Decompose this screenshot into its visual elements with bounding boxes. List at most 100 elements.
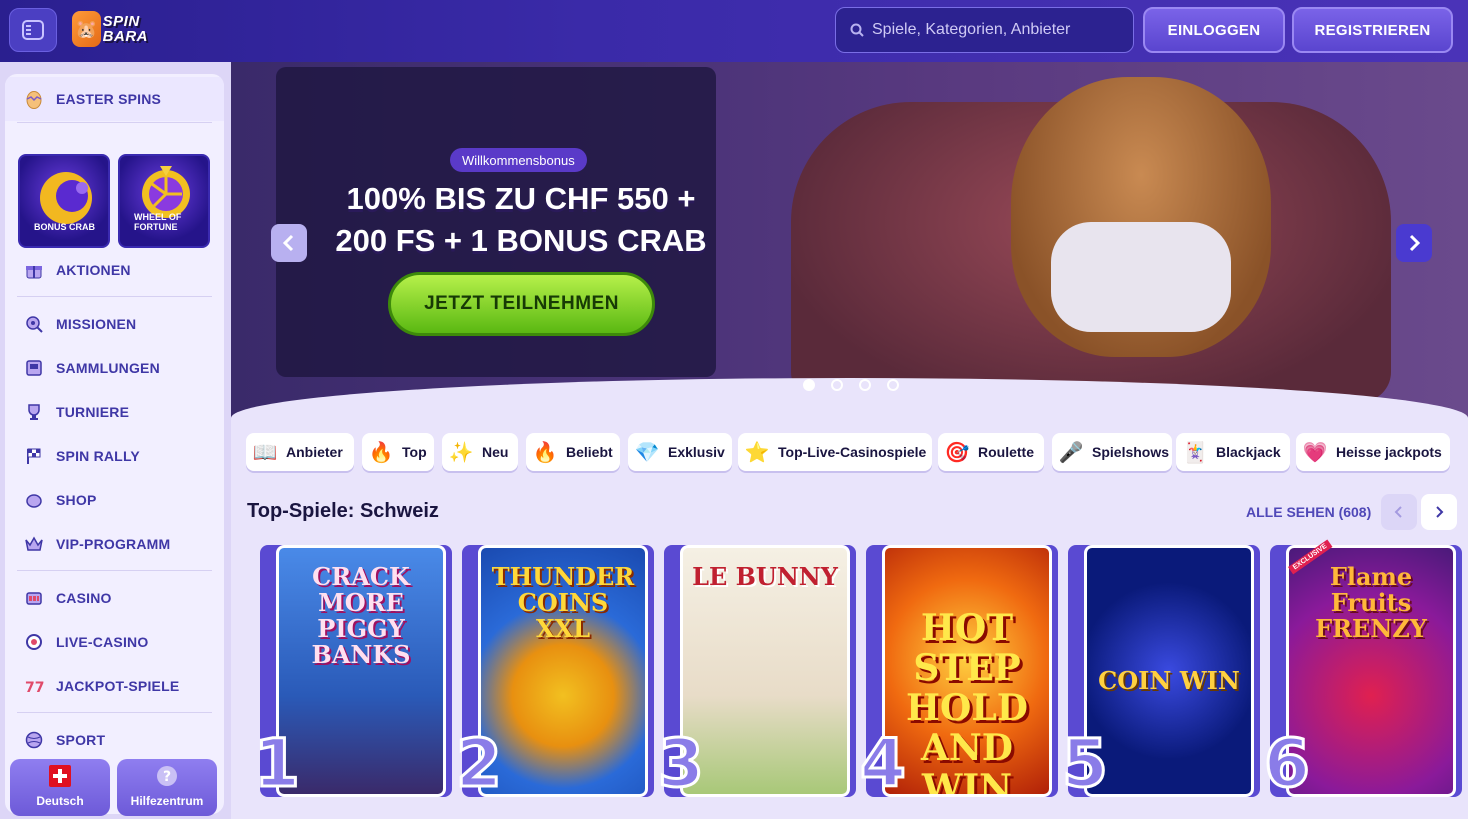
chip-icon <box>23 631 45 653</box>
hero-banner[interactable]: Willkommensbonus 100% BIS ZU CHF 550 + 2… <box>231 62 1468 418</box>
sidebar-item-aktionen[interactable]: AKTIONEN <box>5 250 224 290</box>
star-icon: ⭐ <box>744 441 770 464</box>
sidebar-item-label: SAMMLUNGEN <box>56 360 160 376</box>
sidebar-item-easter-spins[interactable]: EASTER SPINS <box>5 77 224 121</box>
logo-text: SPIN BARA <box>102 13 148 45</box>
category-chip-anbieter[interactable]: 📖 Anbieter <box>246 433 354 471</box>
login-button[interactable]: EINLOGGEN <box>1143 7 1285 53</box>
sidebar-item-sport[interactable]: SPORT <box>5 720 224 760</box>
divider <box>17 296 212 297</box>
carousel-dot[interactable] <box>803 379 815 391</box>
help-center-button[interactable]: ? Hilfezentrum <box>117 759 217 816</box>
sidebar-item-label: CASINO <box>56 590 112 606</box>
game-thumbnail: COIN WIN <box>1084 545 1254 797</box>
search-input[interactable] <box>872 21 1112 39</box>
category-chip-neu[interactable]: ✨ Neu <box>442 433 518 471</box>
carousel-dot[interactable] <box>859 379 871 391</box>
game-title: LE BUNNY <box>692 562 838 591</box>
games-next-button[interactable] <box>1421 494 1457 530</box>
sidebar-item-label: EASTER SPINS <box>56 91 162 107</box>
sidebar-menu: EASTER SPINS BONUS CRAB WHEEL OF FORTUNE… <box>5 74 224 814</box>
game-title: CRACK MORE PIGGY BANKS <box>311 562 411 669</box>
sidebar-item-sammlungen[interactable]: SAMMLUNGEN <box>5 348 224 388</box>
game-tile[interactable]: LE BUNNY 3 <box>657 545 856 798</box>
hero-next-button[interactable] <box>1396 224 1432 262</box>
section-title: Top-Spiele: Schweiz <box>247 500 439 522</box>
carousel-dot[interactable] <box>887 379 899 391</box>
sidebar-item-casino[interactable]: CASINO <box>5 578 224 618</box>
game-title: Flame Fruits FRENZY <box>1315 562 1427 643</box>
easter-egg-icon <box>23 88 45 110</box>
help-label: Hilfezentrum <box>130 794 204 808</box>
sidebar-item-turniere[interactable]: TURNIERE <box>5 392 224 432</box>
game-thumbnail: CRACK MORE PIGGY BANKS <box>276 545 446 797</box>
see-all-link[interactable]: ALLE SEHEN (608) <box>1246 504 1371 520</box>
search-box[interactable] <box>835 7 1134 53</box>
category-chip-spielshows[interactable]: 🎤 Spielshows <box>1052 433 1172 471</box>
sidebar-item-vip-programm[interactable]: VIP-PROGRAMM <box>5 524 224 564</box>
divider <box>17 712 212 713</box>
logo[interactable]: 🐹 SPIN BARA <box>72 10 176 48</box>
search-icon <box>850 23 864 37</box>
game-title: COIN WIN <box>1098 666 1240 695</box>
category-label: Spielshows <box>1092 444 1170 460</box>
game-thumbnail: HOT STEP HOLD AND WIN <box>882 545 1052 797</box>
new-icon: ✨ <box>448 441 474 464</box>
game-title: THUNDER COINS XXL <box>491 562 635 643</box>
category-label: Roulette <box>978 444 1034 460</box>
jackpot-icon: 777 <box>23 675 45 697</box>
target-icon <box>23 313 45 335</box>
gift-icon <box>23 259 45 281</box>
game-rank: 5 <box>1061 725 1110 802</box>
game-tile[interactable]: COIN WIN 5 <box>1061 545 1260 798</box>
game-thumbnail: Flame Fruits FRENZY <box>1286 545 1456 797</box>
category-chip-roulette[interactable]: 🎯 Roulette <box>938 433 1044 471</box>
sidebar-item-label: SPIN RALLY <box>56 448 140 464</box>
race-flag-icon <box>23 445 45 467</box>
game-tile[interactable]: THUNDER COINS XXL 2 <box>455 545 654 798</box>
hero-prev-button[interactable] <box>271 224 307 262</box>
category-chip-exklusiv[interactable]: 💎 Exklusiv <box>628 433 732 471</box>
carousel-dot[interactable] <box>831 379 843 391</box>
game-tile[interactable]: HOT STEP HOLD AND WIN 4 <box>859 545 1058 798</box>
register-button[interactable]: REGISTRIEREN <box>1292 7 1453 53</box>
bonus-crab-label: BONUS CRAB <box>34 222 96 232</box>
chevron-right-icon <box>1409 234 1421 252</box>
swiss-flag-icon <box>49 765 71 790</box>
game-tile[interactable]: CRACK MORE PIGGY BANKS 1 <box>253 545 452 798</box>
sidebar-item-label: LIVE-CASINO <box>56 634 149 650</box>
sidebar-item-shop[interactable]: SHOP <box>5 480 224 520</box>
category-chip-top-live[interactable]: ⭐ Top-Live-Casinospiele <box>738 433 932 471</box>
bonus-crab-card[interactable]: BONUS CRAB <box>18 154 110 248</box>
category-chip-beliebt[interactable]: 🔥 Beliebt <box>526 433 620 471</box>
top-icon: 🔥 <box>368 441 394 464</box>
roulette-icon: 🎯 <box>944 441 970 464</box>
chevron-left-icon <box>1394 506 1402 518</box>
sidebar-toggle-icon <box>22 20 44 40</box>
sidebar-item-jackpot-spiele[interactable]: 777 JACKPOT-SPIELE <box>5 666 224 706</box>
fire-icon: 🔥 <box>532 441 558 464</box>
wheel-of-fortune-label: WHEEL OF FORTUNE <box>134 212 182 232</box>
game-tile[interactable]: Flame Fruits FRENZY EXCLUSIVE 6 <box>1263 539 1462 798</box>
language-button[interactable]: Deutsch <box>10 759 110 816</box>
sidebar-toggle-button[interactable] <box>9 8 57 52</box>
sidebar-item-label: JACKPOT-SPIELE <box>56 678 180 694</box>
sidebar: EASTER SPINS BONUS CRAB WHEEL OF FORTUNE… <box>0 62 231 819</box>
hero-title-line2: 200 FS + 1 BONUS CRAB <box>335 223 707 258</box>
category-label: Exklusiv <box>668 444 725 460</box>
category-chip-blackjack[interactable]: 🃏 Blackjack <box>1176 433 1290 471</box>
category-chip-top[interactable]: 🔥 Top <box>362 433 434 471</box>
game-rank: 1 <box>253 725 302 802</box>
join-now-button[interactable]: JETZT TEILNEHMEN <box>388 272 655 336</box>
game-rank: 3 <box>657 725 706 802</box>
sidebar-item-spin-rally[interactable]: SPIN RALLY <box>5 436 224 476</box>
game-rank: 6 <box>1263 725 1312 802</box>
wheel-of-fortune-card[interactable]: WHEEL OF FORTUNE <box>118 154 210 248</box>
category-chip-heisse-jackpots[interactable]: 💗 Heisse jackpots <box>1296 433 1450 471</box>
games-prev-button[interactable] <box>1381 494 1417 530</box>
bonus-crab-icon <box>40 172 92 224</box>
album-icon <box>23 357 45 379</box>
sidebar-item-missionen[interactable]: MISSIONEN <box>5 304 224 344</box>
category-label: Top <box>402 444 427 460</box>
sidebar-item-live-casino[interactable]: LIVE-CASINO <box>5 622 224 662</box>
